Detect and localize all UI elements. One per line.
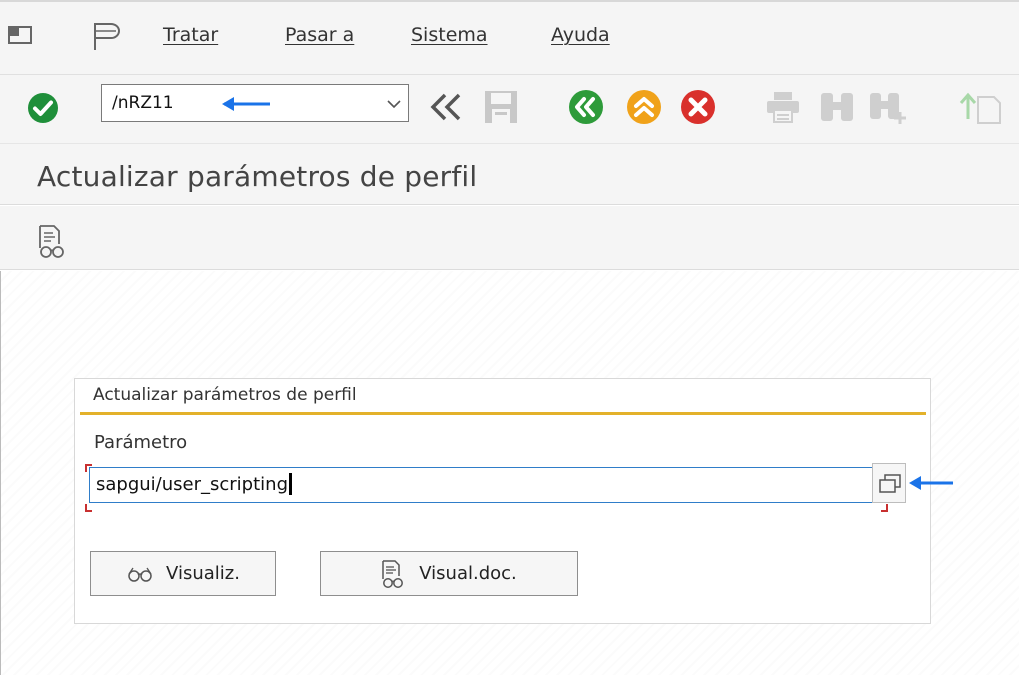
menu-ayuda[interactable]: Ayuda [551, 24, 610, 46]
menu-sistema[interactable]: Sistema [411, 24, 488, 46]
group-title: Actualizar parámetros de perfil [93, 385, 357, 405]
menu-bar: Tratar Pasar a Sistema Ayuda [0, 0, 1019, 74]
parameter-input-value: sapgui/user_scripting [96, 474, 288, 495]
parameter-label: Parámetro [94, 432, 188, 453]
enter-check-icon[interactable] [27, 92, 59, 124]
parameter-field-wrapper: sapgui/user_scripting [85, 464, 888, 512]
menu-tratar[interactable]: Tratar [163, 24, 218, 46]
collapse-command-icon[interactable] [427, 91, 465, 123]
save-icon[interactable] [483, 89, 519, 125]
value-help-button[interactable] [872, 463, 906, 503]
content-area: Actualizar parámetros de perfil Parámetr… [0, 271, 1019, 675]
find-next-icon[interactable] [867, 90, 911, 126]
display-documentation-icon [382, 559, 404, 588]
cancel-icon[interactable] [680, 89, 716, 125]
required-bracket-br [881, 504, 888, 512]
glasses-icon [128, 567, 152, 582]
customize-layout-icon[interactable] [92, 22, 126, 52]
menu-box-icon[interactable] [8, 26, 32, 44]
display-button-label: Visualiz. [166, 563, 240, 584]
find-icon[interactable] [818, 90, 856, 124]
first-page-icon[interactable] [958, 89, 1002, 127]
standard-toolbar [0, 75, 1019, 143]
display-button[interactable]: Visualiz. [90, 551, 276, 596]
back-icon[interactable] [568, 89, 604, 125]
display-doc-button-label: Visual.doc. [419, 563, 517, 584]
application-toolbar [0, 206, 1019, 270]
display-doc-button[interactable]: Visual.doc. [320, 551, 578, 596]
page-title: Actualizar parámetros de perfil [37, 160, 478, 193]
command-field[interactable] [101, 84, 409, 122]
group-title-underline [80, 412, 926, 415]
exit-icon[interactable] [626, 89, 662, 125]
print-icon[interactable] [764, 90, 802, 124]
parameter-input[interactable]: sapgui/user_scripting [89, 467, 876, 503]
group-box: Actualizar parámetros de perfil Parámetr… [74, 378, 953, 624]
arrow-annotation-icon [222, 97, 270, 111]
arrow-annotation-icon [909, 476, 953, 490]
command-input[interactable] [112, 91, 222, 115]
required-bracket-bl [85, 504, 92, 512]
value-help-icon [879, 474, 901, 493]
chevron-down-icon[interactable] [386, 93, 402, 113]
title-bar: Actualizar parámetros de perfil [0, 143, 1019, 205]
text-caret [289, 472, 292, 495]
display-documentation-icon[interactable] [37, 224, 73, 260]
menu-pasar-a[interactable]: Pasar a [285, 24, 354, 46]
